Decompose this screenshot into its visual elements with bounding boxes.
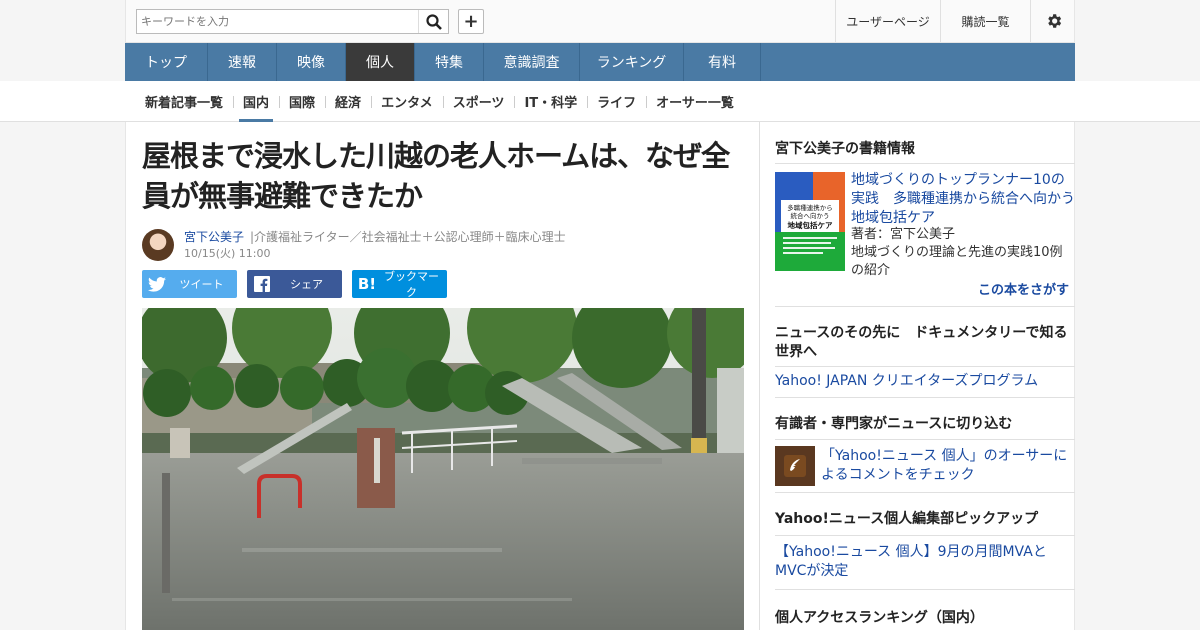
nav-top[interactable]: トップ xyxy=(125,43,208,81)
top-bar: + ユーザーページ 購読一覧 xyxy=(0,0,1200,43)
subnav-economy[interactable]: 経済 xyxy=(325,81,371,122)
search-icon xyxy=(425,13,442,30)
nav-individual[interactable]: 個人 xyxy=(346,43,415,81)
settings-button[interactable] xyxy=(1030,0,1076,42)
sidebar-divider xyxy=(775,439,1075,440)
tweet-button[interactable]: ツイート xyxy=(142,270,237,298)
pickup-section-heading: Yahoo!ニュース個人編集部ピックアップ xyxy=(775,511,1039,527)
flooded-facility-image xyxy=(142,308,744,630)
find-book-link[interactable]: この本をさがす xyxy=(978,279,1069,298)
facebook-share-button[interactable]: シェア xyxy=(247,270,342,298)
sidebar-divider xyxy=(775,589,1075,590)
mva-mvc-link[interactable]: 【Yahoo!ニュース 個人】9月の月間MVAとMVCが決定 xyxy=(775,543,1075,581)
documentary-section-heading: ニュースのその先に ドキュメンタリーで知る世界へ xyxy=(775,325,1068,360)
add-button[interactable]: + xyxy=(458,9,484,34)
subnav-it-science[interactable]: IT・科学 xyxy=(514,81,587,122)
book-cover-image: 多職種連携から 統合へ向かう 地域包括ケア xyxy=(775,172,845,271)
subnav-latest[interactable]: 新着記事一覧 xyxy=(135,81,233,122)
book-title-link[interactable]: 地域づくりのトップランナー10の実践 多職種連携から統合へ向かう地域包括ケア xyxy=(851,171,1075,228)
search-box xyxy=(136,9,449,34)
author-comment-icon[interactable] xyxy=(775,446,815,486)
sidebar-divider xyxy=(775,535,1075,536)
nav-survey[interactable]: 意識調査 xyxy=(484,43,580,81)
tweet-label: ツイート xyxy=(179,278,224,291)
bookmark-button[interactable]: B! ブックマーク xyxy=(352,270,447,299)
plus-icon: + xyxy=(463,10,479,32)
search-button[interactable] xyxy=(418,10,448,33)
book-cover[interactable]: 多職種連携から 統合へ向かう 地域包括ケア xyxy=(775,172,845,271)
article-title: 屋根まで浸水した川越の老人ホームは、なぜ全員が無事避難できたか xyxy=(142,139,730,213)
user-page-link[interactable]: ユーザーページ xyxy=(835,0,940,42)
nav-video[interactable]: 映像 xyxy=(277,43,346,81)
sidebar-divider xyxy=(775,366,1075,367)
book-cover-line-1: 多職種連携から xyxy=(787,203,833,212)
main-nav: トップ 速報 映像 個人 特集 意識調査 ランキング 有料 xyxy=(125,43,1075,81)
column-divider xyxy=(759,122,760,630)
subnav-domestic[interactable]: 国内 xyxy=(233,81,279,122)
content-area: 屋根まで浸水した川越の老人ホームは、なぜ全員が無事避難できたか 宮下公美子 |介… xyxy=(125,122,1075,630)
sidebar-divider xyxy=(775,163,1075,164)
subscriptions-link[interactable]: 購読一覧 xyxy=(940,0,1030,42)
experts-section-heading: 有識者・専門家がニュースに切り込む xyxy=(775,416,1013,432)
book-description: 地域づくりの理論と先進の実践10例の紹介 xyxy=(851,245,1063,278)
book-author: 著者：宮下公美子 xyxy=(851,227,956,242)
search-input[interactable] xyxy=(137,10,417,33)
facebook-share-label: シェア xyxy=(290,278,323,291)
sidebar-divider xyxy=(775,492,1075,493)
subnav-sports[interactable]: スポーツ xyxy=(442,81,515,122)
bookmark-label: ブックマーク xyxy=(384,270,439,299)
facebook-icon xyxy=(247,276,277,292)
book-cover-line-2: 統合へ向かう xyxy=(791,211,830,220)
twitter-bird-icon xyxy=(142,276,172,292)
hatena-bookmark-icon: B! xyxy=(357,275,377,293)
author-comments-link[interactable]: 「Yahoo!ニュース 個人」のオーサーによるコメントをチェック xyxy=(821,447,1075,485)
sidebar-divider xyxy=(775,397,1075,398)
ranking-section-heading: 個人アクセスランキング（国内） xyxy=(775,610,984,626)
author-role: |介護福祉ライター／社会福祉士＋公認心理師＋臨床心理士 xyxy=(250,230,566,244)
article-photo[interactable] xyxy=(142,308,744,630)
quill-icon xyxy=(784,455,806,477)
gear-icon xyxy=(1047,14,1061,28)
sub-nav: 新着記事一覧 国内 国際 経済 エンタメ スポーツ IT・科学 ライフ オーサー… xyxy=(135,81,744,122)
top-bar-inner: + ユーザーページ 購読一覧 xyxy=(125,0,1075,43)
article-date: 10/15(火) 11:00 xyxy=(184,247,271,260)
book-cover-line-3: 地域包括ケア xyxy=(788,220,833,230)
nav-paid[interactable]: 有料 xyxy=(684,43,761,81)
nav-feature[interactable]: 特集 xyxy=(415,43,484,81)
nav-ranking[interactable]: ランキング xyxy=(580,43,684,81)
creators-program-link[interactable]: Yahoo! JAPAN クリエイターズプログラム xyxy=(775,372,1038,391)
nav-breaking[interactable]: 速報 xyxy=(208,43,277,81)
subnav-international[interactable]: 国際 xyxy=(279,81,325,122)
sidebar-divider xyxy=(775,306,1075,307)
avatar[interactable] xyxy=(142,229,174,261)
author-name-link[interactable]: 宮下公美子 xyxy=(184,228,244,245)
subnav-life[interactable]: ライフ xyxy=(587,81,646,122)
book-section-heading: 宮下公美子の書籍情報 xyxy=(775,141,915,157)
subnav-authors[interactable]: オーサー一覧 xyxy=(646,81,744,122)
subnav-entertainment[interactable]: エンタメ xyxy=(371,81,443,122)
